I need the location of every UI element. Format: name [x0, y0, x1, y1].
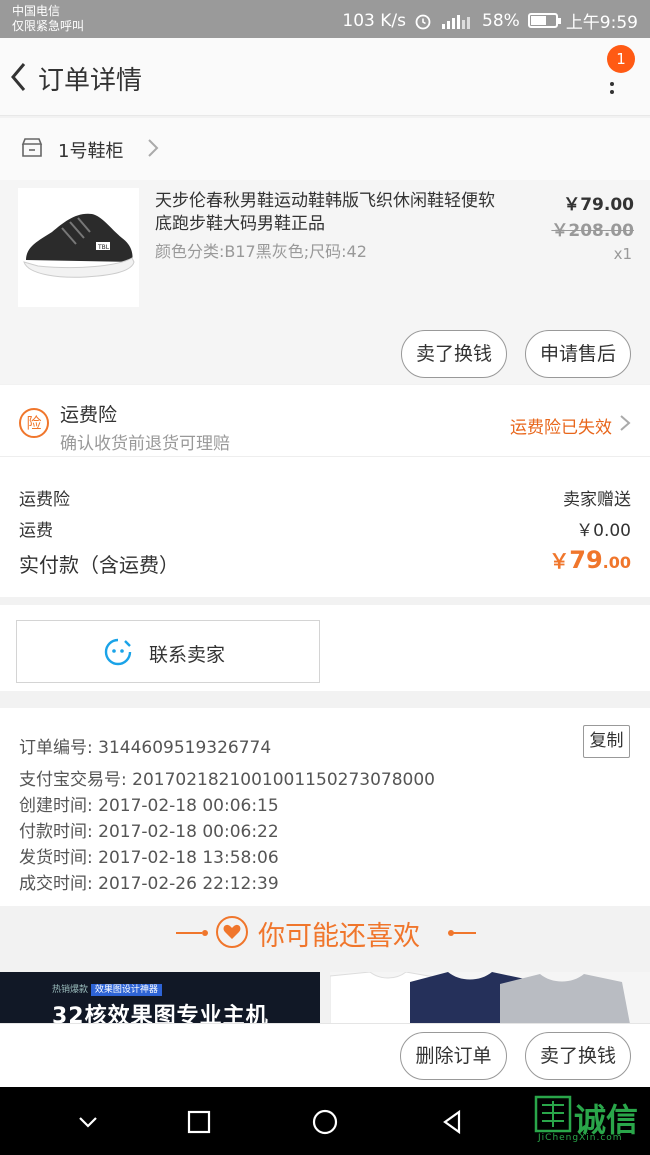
shipping-insurance-row[interactable]: 险 运费险 确认收货前退货可理赔 运费险已失效: [0, 385, 650, 457]
chevron-right-icon: [148, 139, 159, 157]
product-quantity: x1: [613, 245, 632, 263]
back-nav-icon[interactable]: [437, 1107, 467, 1137]
total-decimal: .00: [602, 553, 631, 572]
product-price: ￥79.00: [563, 195, 634, 215]
chevron-down-icon[interactable]: [73, 1107, 103, 1137]
battery-percent: 58%: [482, 10, 520, 31]
ad-tag-highlight: 效果图设计神器: [90, 984, 162, 996]
cost-value: ￥0.00: [576, 521, 631, 541]
page-title: 订单详情: [38, 66, 143, 96]
insurance-icon: 险: [19, 408, 49, 438]
back-icon[interactable]: [8, 60, 30, 94]
total-paid-amount: ￥79.00: [549, 545, 631, 574]
alarm-icon: [415, 14, 431, 29]
alipay-trade-number: 支付宝交易号: 2017021821001001150273078000: [19, 770, 435, 790]
total-currency: ￥: [549, 549, 570, 573]
cost-label: 运费: [19, 521, 53, 541]
product-title[interactable]: 天步伦春秋男鞋运动鞋韩版飞织休闲鞋轻便软底跑步鞋大码男鞋正品: [155, 190, 505, 236]
carrier-name: 中国电信: [12, 4, 61, 18]
title-bar: 订单详情: [0, 38, 650, 116]
system-nav-bar: 诚信 JiChengXin.com: [0, 1087, 650, 1155]
delete-order-button[interactable]: 删除订单: [400, 1032, 507, 1080]
product-image[interactable]: TBL: [18, 188, 139, 307]
total-paid-label: 实付款（含运费）: [19, 553, 179, 577]
carrier-info: 中国电信 仅限紧急呼叫: [12, 4, 84, 34]
copy-button[interactable]: 复制: [583, 725, 630, 758]
insurance-subtitle: 确认收货前退货可理赔: [60, 434, 230, 454]
bottom-action-bar: 删除订单 卖了换钱: [0, 1023, 650, 1087]
insurance-status: 运费险已失效: [510, 418, 612, 438]
created-time: 创建时间: 2017-02-18 00:06:15: [19, 796, 279, 816]
divider: [176, 932, 202, 934]
shop-row[interactable]: 1号鞋柜: [0, 118, 650, 180]
completed-time: 成交时间: 2017-02-26 22:12:39: [19, 874, 279, 894]
cost-label: 运费险: [19, 490, 70, 510]
status-bar: 中国电信 仅限紧急呼叫 103 K/s 58% 上午9:59: [0, 0, 650, 38]
product-spec: 颜色分类:B17黑灰色;尺码:42: [155, 242, 367, 261]
cost-summary: 运费险 卖家赠送 运费 ￥0.00 实付款（含运费） ￥79.00: [0, 457, 650, 597]
emergency-text: 仅限紧急呼叫: [12, 19, 85, 33]
product-logo-text: TBL: [97, 244, 110, 251]
total-integer: 79: [569, 546, 603, 574]
network-speed: 103 K/s: [342, 10, 407, 31]
status-right: 103 K/s 58% 上午9:59: [342, 8, 638, 34]
ad-tag: 热销爆款 效果图设计神器: [52, 982, 162, 996]
tshirts-image: [330, 972, 630, 1024]
shipped-time: 发货时间: 2017-02-18 13:58:06: [19, 848, 279, 868]
cost-value: 卖家赠送: [563, 490, 631, 510]
order-number: 订单编号: 3144609519326774: [19, 738, 272, 758]
ad-tag-prefix: 热销爆款: [52, 985, 89, 995]
sell-for-cash-button[interactable]: 卖了换钱: [525, 1032, 631, 1080]
recommend-item[interactable]: 热销爆款 效果图设计神器 32核效果图专业主机: [0, 972, 320, 1024]
home-icon[interactable]: [310, 1107, 340, 1137]
recommend-header: 你可能还喜欢: [0, 906, 650, 970]
paid-time: 付款时间: 2017-02-18 00:06:22: [19, 822, 279, 842]
store-icon: [21, 138, 43, 157]
signal-icon: [442, 14, 471, 29]
recommend-title: 你可能还喜欢: [258, 921, 420, 952]
ad-text: 32核效果图专业主机: [52, 1004, 269, 1024]
original-price: ￥208.00: [551, 221, 634, 241]
recommend-item[interactable]: [330, 972, 650, 1024]
divider: [450, 932, 476, 934]
divider: [202, 930, 208, 936]
recent-apps-icon[interactable]: [184, 1107, 214, 1137]
chat-smile-icon: [104, 638, 132, 666]
product-item[interactable]: TBL 天步伦春秋男鞋运动鞋韩版飞织休闲鞋轻便软底跑步鞋大码男鞋正品 颜色分类:…: [0, 180, 650, 384]
chevron-right-icon: [620, 415, 631, 431]
order-info: 订单编号: 3144609519326774 复制 支付宝交易号: 201702…: [0, 708, 650, 906]
notification-badge: 1: [607, 45, 635, 73]
shoe-image: TBL: [23, 213, 135, 278]
heart-icon: [216, 916, 248, 948]
battery-icon: [527, 13, 561, 28]
watermark-subtext: JiChengXin.com: [538, 1133, 623, 1143]
contact-seller-label: 联系卖家: [149, 644, 226, 666]
after-sale-button[interactable]: 申请售后: [525, 330, 631, 378]
sell-for-cash-button[interactable]: 卖了换钱: [401, 330, 507, 378]
contact-seller-button[interactable]: 联系卖家: [16, 620, 320, 683]
clock: 上午9:59: [565, 13, 638, 33]
shop-name: 1号鞋柜: [58, 141, 124, 162]
insurance-title: 运费险: [60, 404, 118, 426]
contact-section: 联系卖家: [0, 605, 650, 691]
